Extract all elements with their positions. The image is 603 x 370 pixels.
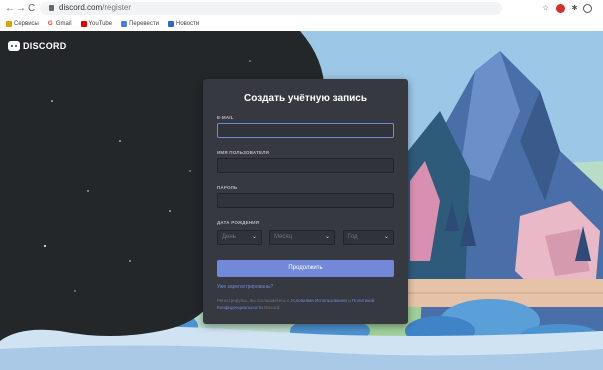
tos-prefix: Регистрируясь, вы соглашаетесь с: [217, 298, 290, 303]
back-button[interactable]: ←: [5, 3, 15, 14]
bookmark-label: YouTube: [88, 21, 113, 27]
discord-logo[interactable]: DISCORD: [8, 41, 67, 51]
bookmark-label: Сервисы: [14, 21, 39, 27]
email-label: E-MAIL: [217, 115, 234, 120]
url-text: discord.com/register: [59, 3, 131, 12]
youtube-icon: [80, 21, 87, 27]
brand-name: DISCORD: [23, 41, 67, 51]
news-icon: [168, 21, 174, 27]
bookmark-label: Gmail: [55, 21, 72, 27]
gmail-icon: G: [47, 21, 54, 27]
reload-button[interactable]: C: [28, 3, 35, 14]
bookmark-services[interactable]: Сервисы: [6, 21, 39, 27]
discord-register-page: DISCORD Создать учётную запись E-MAIL ИМ…: [0, 31, 603, 370]
continue-button[interactable]: Продолжить: [217, 260, 394, 277]
dob-day-select[interactable]: День ⌄: [217, 230, 262, 245]
bookmark-translate[interactable]: Перевести: [121, 21, 159, 27]
bookmark-label: Новости: [176, 21, 200, 27]
form-title: Создать учётную запись: [244, 93, 367, 104]
address-bar[interactable]: discord.com/register: [40, 2, 502, 15]
username-label: ИМЯ ПОЛЬЗОВАТЕЛЯ: [217, 150, 270, 155]
bookmarks-bar: Сервисы G Gmail YouTube Перевести Новости: [6, 19, 199, 29]
forward-button[interactable]: →: [16, 3, 26, 14]
dob-label: ДАТА РОЖДЕНИЯ: [217, 220, 260, 225]
password-field[interactable]: [217, 193, 394, 208]
browser-toolbar: ← → C discord.com/register ☆ ✱ Сервисы G…: [0, 0, 603, 32]
tos-suffix: Discord.: [264, 304, 281, 310]
bookmark-youtube[interactable]: YouTube: [80, 21, 113, 27]
chevron-down-icon: ⌄: [251, 234, 257, 240]
star-icon[interactable]: ☆: [541, 4, 550, 13]
bookmark-label: Перевести: [129, 21, 159, 27]
email-field[interactable]: [217, 123, 394, 138]
adblock-icon[interactable]: [556, 4, 565, 13]
url-path: /register: [102, 3, 132, 12]
extension-icon[interactable]: ✱: [570, 4, 579, 13]
lock-icon: [49, 5, 54, 11]
apps-icon: [6, 21, 12, 27]
profile-icon[interactable]: [583, 4, 592, 13]
dob-day-value: День: [222, 234, 236, 240]
dob-month-value: Месяц: [274, 234, 293, 240]
bookmark-gmail[interactable]: G Gmail: [47, 21, 72, 27]
dob-month-select[interactable]: Месяц ⌄: [269, 230, 335, 245]
translate-icon: [121, 21, 128, 27]
discord-icon: [8, 41, 20, 51]
dob-year-value: Год: [348, 234, 358, 240]
chevron-down-icon: ⌄: [324, 234, 330, 240]
chevron-down-icon: ⌄: [383, 234, 389, 240]
terms-link[interactable]: Условиями Использования: [291, 298, 347, 303]
password-label: ПАРОЛЬ: [217, 185, 238, 190]
url-domain: discord.com: [59, 3, 103, 12]
login-link[interactable]: Уже зарегистрированы?: [217, 284, 273, 290]
register-form: Создать учётную запись E-MAIL ИМЯ ПОЛЬЗО…: [203, 79, 408, 324]
tos-and: и: [348, 298, 351, 303]
dob-year-select[interactable]: Год ⌄: [343, 230, 394, 245]
bookmark-news[interactable]: Новости: [168, 21, 199, 27]
terms-notice: Регистрируясь, вы соглашаетесь с Условия…: [217, 298, 397, 311]
username-field[interactable]: [217, 158, 394, 173]
